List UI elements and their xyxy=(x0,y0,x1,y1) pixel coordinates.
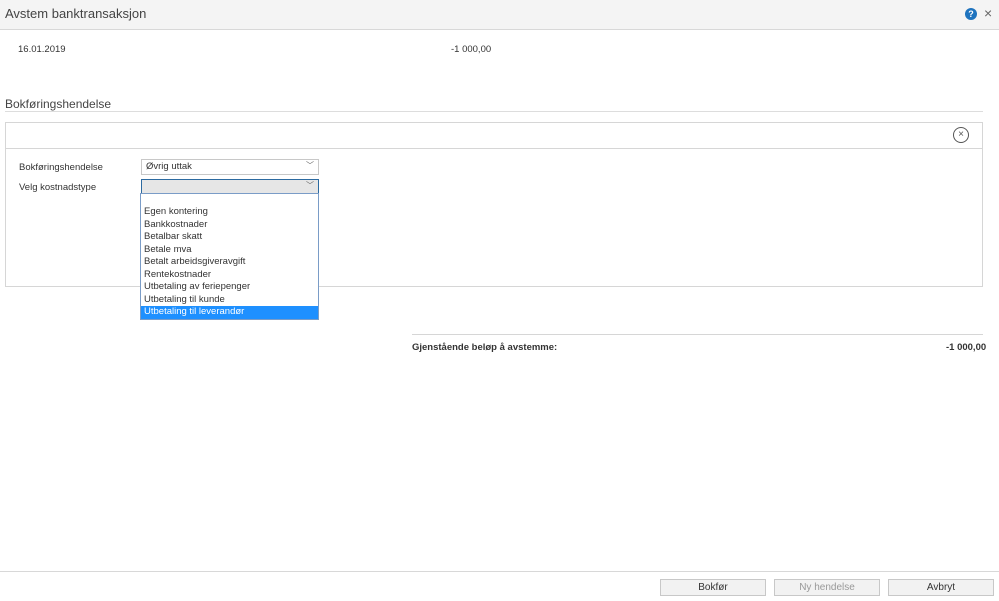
dropdown-option[interactable]: Utbetaling til kunde xyxy=(141,294,318,307)
remaining-amount-value: -1 000,00 xyxy=(946,342,987,353)
chevron-down-icon: ﹀ xyxy=(306,161,314,170)
summary-divider xyxy=(412,334,983,335)
help-icon[interactable]: ? xyxy=(965,8,977,20)
cancel-button[interactable]: Avbryt xyxy=(888,579,994,596)
remaining-amount-label: Gjenstående beløp å avstemme: xyxy=(412,342,558,353)
dropdown-option[interactable]: Utbetaling av feriepenger xyxy=(141,281,318,294)
transaction-amount: -1 000,00 xyxy=(451,44,492,55)
dropdown-option[interactable]: Rentekostnader xyxy=(141,269,318,282)
event-select[interactable]: Øvrig uttak ﹀ xyxy=(141,159,319,175)
panel-header-divider xyxy=(6,148,982,149)
circle-close-icon[interactable]: × xyxy=(953,127,969,143)
section-divider xyxy=(5,111,983,112)
window-title: Avstem banktransaksjon xyxy=(5,6,147,21)
dropdown-option[interactable]: Betalt arbeidsgiveravgift xyxy=(141,256,318,269)
dropdown-option[interactable]: Betale mva xyxy=(141,244,318,257)
chevron-down-icon: ﹀ xyxy=(306,181,314,190)
dropdown-option[interactable]: Egen kontering xyxy=(141,206,318,219)
new-event-button[interactable]: Ny hendelse xyxy=(774,579,880,596)
event-select-value: Øvrig uttak xyxy=(146,161,192,172)
transaction-date: 16.01.2019 xyxy=(18,44,66,55)
event-label: Bokføringshendelse xyxy=(19,162,103,173)
close-icon[interactable]: × xyxy=(984,5,992,21)
dropdown-option-selected[interactable]: Utbetaling til leverandør xyxy=(141,306,318,319)
footer: Bokfør Ny hendelse Avbryt xyxy=(0,571,999,601)
dropdown-option[interactable]: Betalbar skatt xyxy=(141,231,318,244)
cost-type-dropdown: Egen kontering Bankkostnader Betalbar sk… xyxy=(140,193,319,320)
cost-type-label: Velg kostnadstype xyxy=(19,182,97,193)
section-title: Bokføringshendelse xyxy=(5,97,112,111)
dropdown-option[interactable]: Bankkostnader xyxy=(141,219,318,232)
post-button[interactable]: Bokfør xyxy=(660,579,766,596)
title-bar: Avstem banktransaksjon ? × xyxy=(0,0,999,30)
